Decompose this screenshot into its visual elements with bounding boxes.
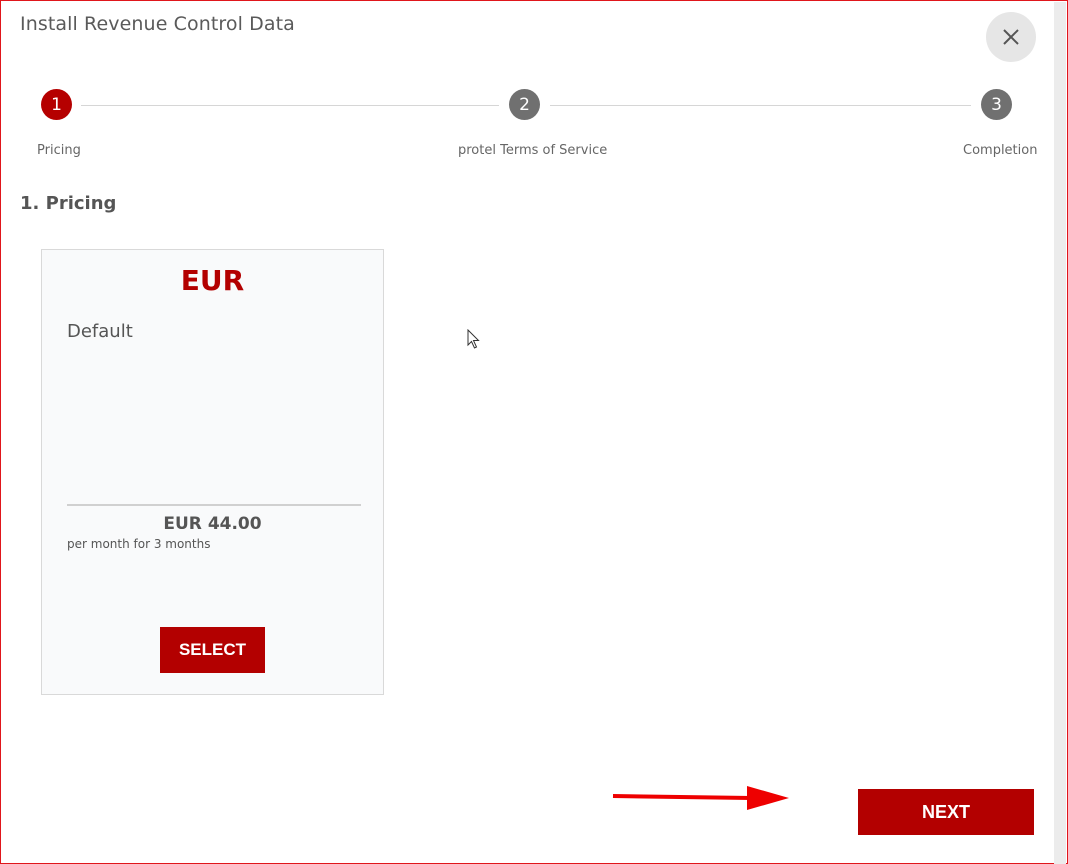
scrollbar-track[interactable] <box>1054 2 1066 864</box>
next-button[interactable]: NEXT <box>858 789 1034 835</box>
section-title: 1. Pricing <box>20 193 117 214</box>
card-divider <box>67 504 361 506</box>
step-connector <box>81 105 499 106</box>
step-1-indicator[interactable]: 1 <box>41 89 72 120</box>
dialog-window: Install Revenue Control Data 1 2 3 Prici… <box>0 0 1068 864</box>
step-connector <box>550 105 971 106</box>
plan-price: EUR 44.00 <box>163 514 262 534</box>
select-button[interactable]: SELECT <box>160 627 265 673</box>
close-button[interactable] <box>986 12 1036 62</box>
price-note: per month for 3 months <box>67 537 211 551</box>
mouse-cursor-icon <box>467 329 480 349</box>
step-3-label: Completion <box>963 143 1038 158</box>
plan-name: Default <box>67 321 133 342</box>
step-1-label: Pricing <box>37 143 81 158</box>
close-icon <box>1003 29 1019 45</box>
step-3-indicator[interactable]: 3 <box>981 89 1012 120</box>
price-card: EUR Default EUR 44.00 per month for 3 mo… <box>41 249 384 695</box>
dialog-title: Install Revenue Control Data <box>20 13 295 35</box>
step-2-indicator[interactable]: 2 <box>509 89 540 120</box>
annotation-arrow-icon <box>612 786 789 810</box>
step-2-label: protel Terms of Service <box>458 143 608 158</box>
card-currency: EUR <box>180 264 245 297</box>
